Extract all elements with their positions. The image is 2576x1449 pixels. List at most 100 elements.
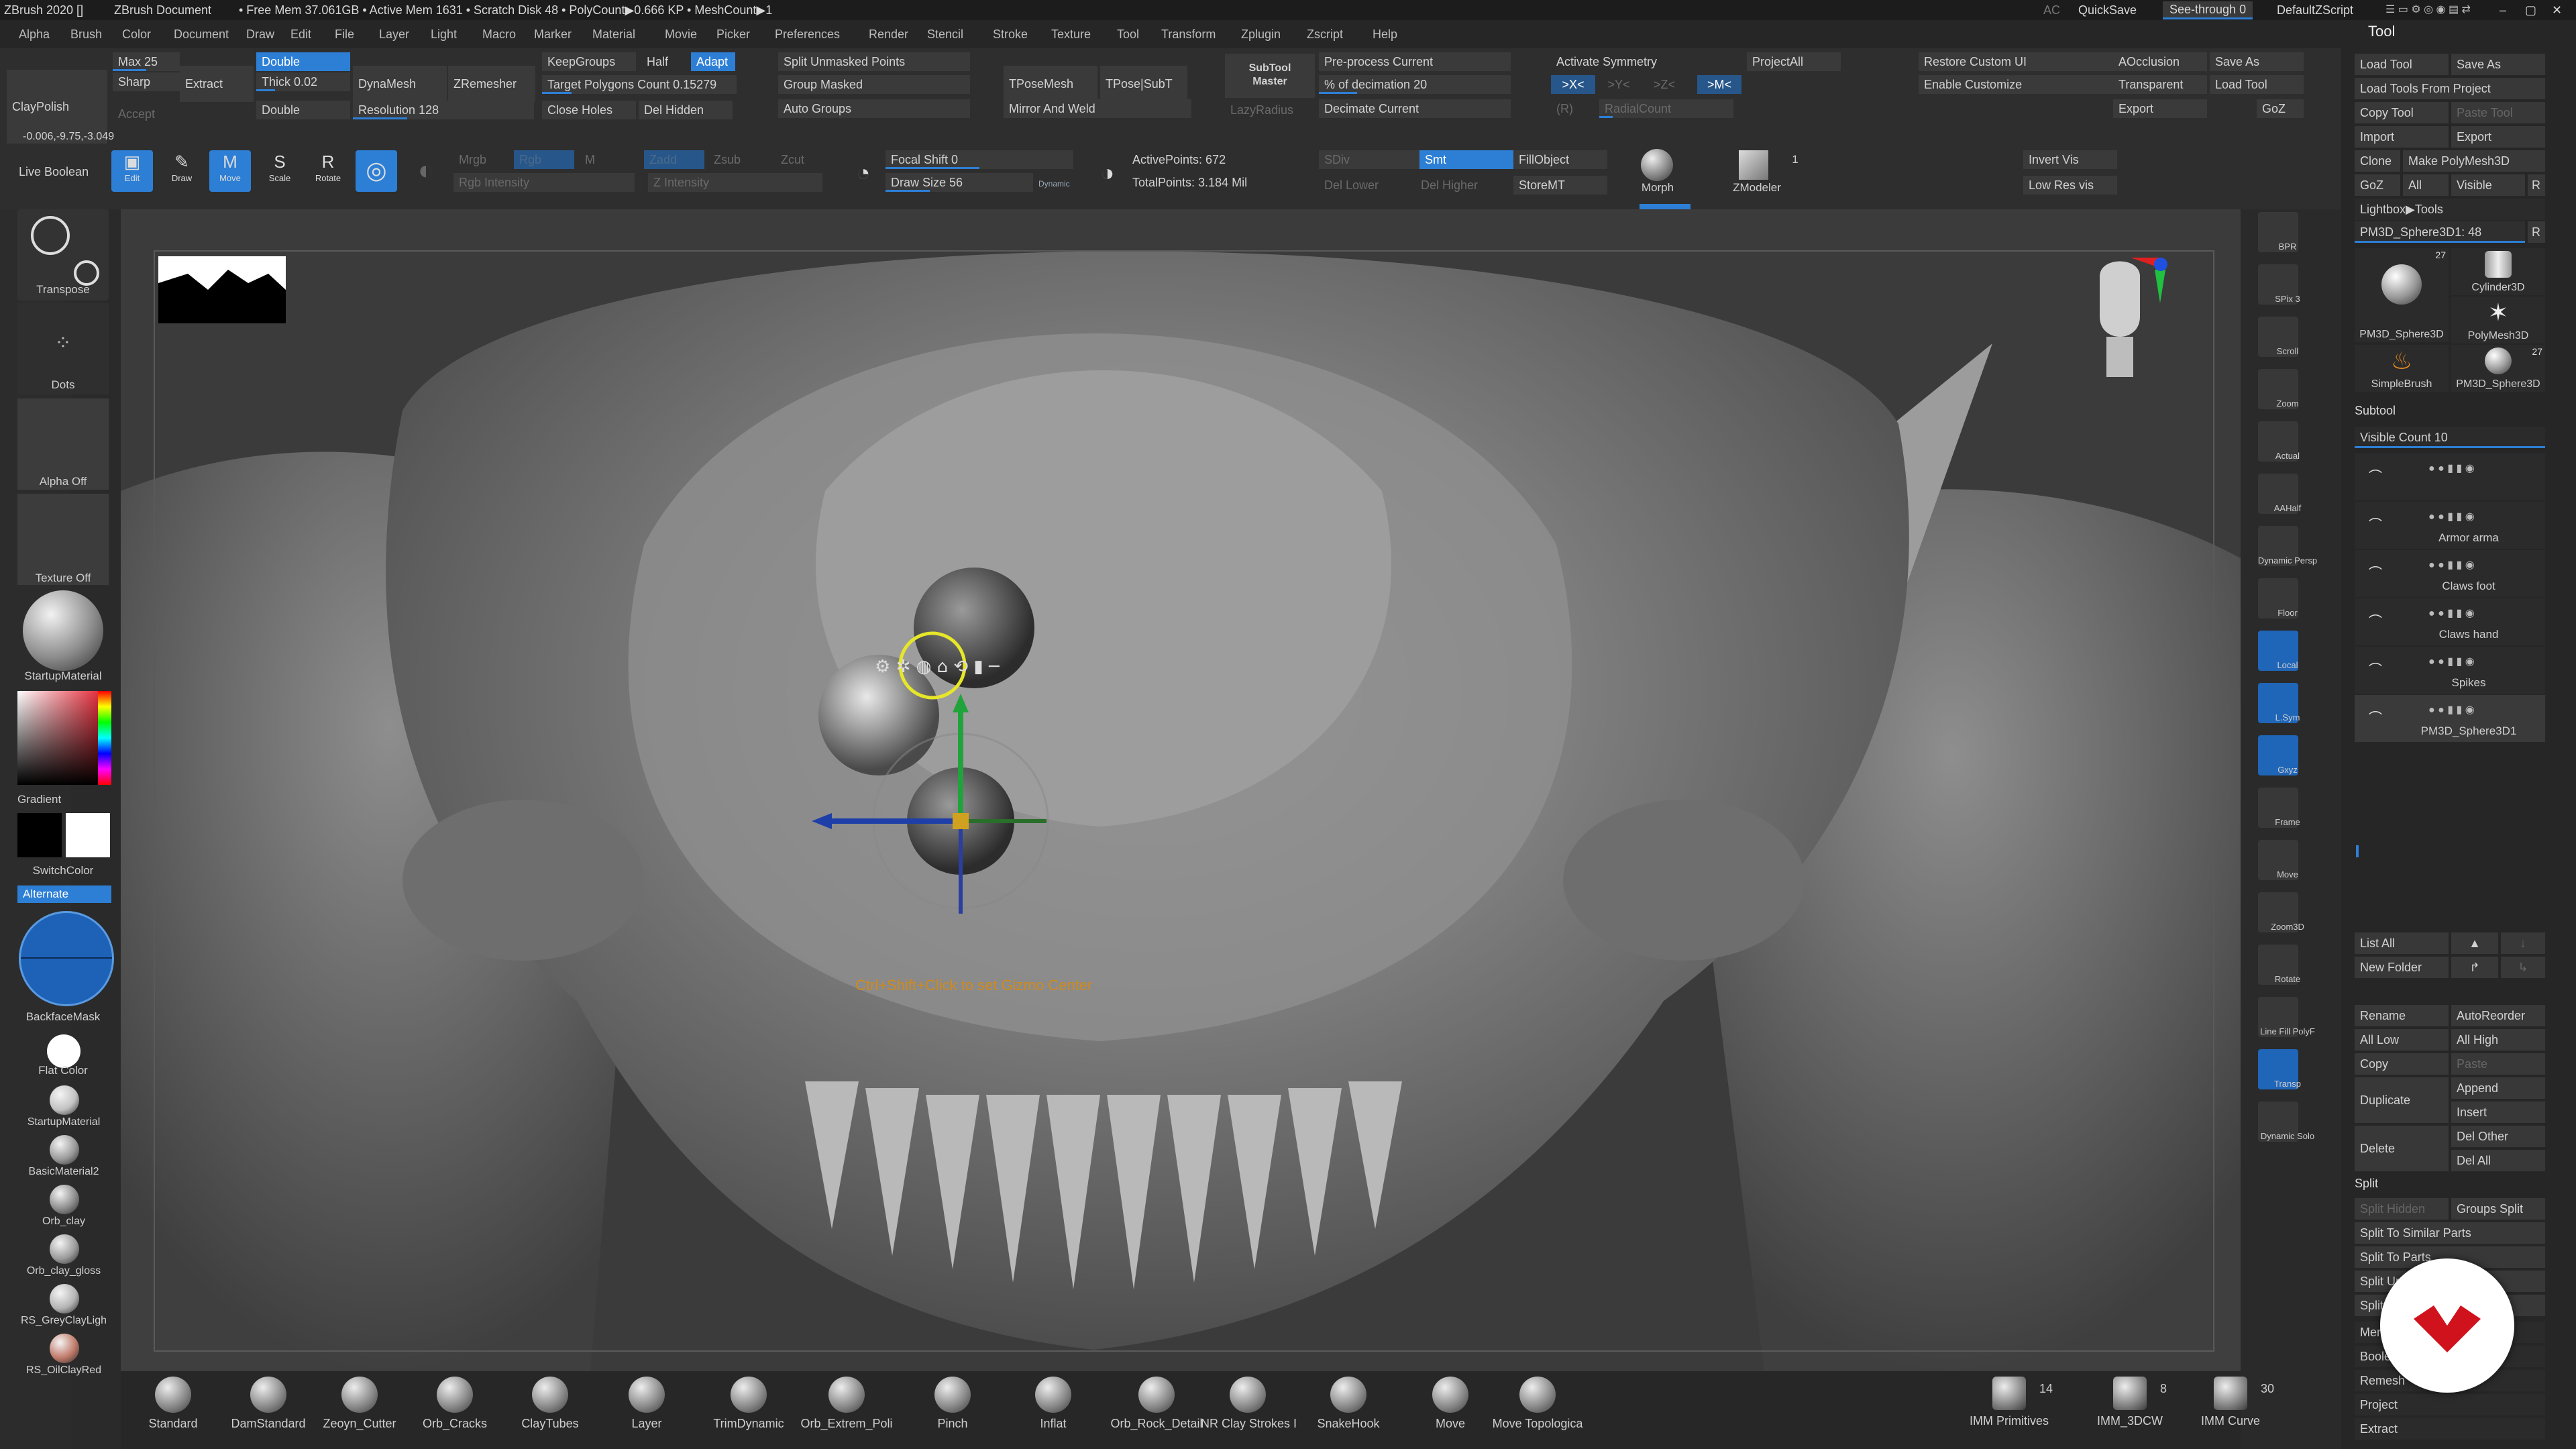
save-as-button[interactable]: Save As bbox=[2210, 52, 2304, 71]
target-polygons-slider[interactable]: Target Polygons Count 0.15279 bbox=[542, 75, 737, 94]
extract-button[interactable]: Extract bbox=[180, 66, 254, 102]
color-sphere-icon[interactable]: ◐ bbox=[405, 150, 447, 192]
split-similar-button[interactable]: Split To Similar Parts bbox=[2355, 1222, 2545, 1244]
hue-strip[interactable] bbox=[98, 691, 111, 785]
half-button[interactable]: Half bbox=[641, 52, 682, 71]
sym-x-button[interactable]: >X< bbox=[1551, 75, 1595, 94]
primary-color-swatch[interactable] bbox=[66, 813, 110, 857]
brush-pinch[interactable]: Pinch bbox=[906, 1377, 1000, 1431]
tool-tile-polymesh3d[interactable]: ✶ PolyMesh3D bbox=[2451, 297, 2545, 343]
all-high-button[interactable]: All High bbox=[2451, 1029, 2545, 1051]
dynamesh-button[interactable]: DynaMesh bbox=[353, 66, 447, 102]
menu-edit[interactable]: Edit bbox=[290, 20, 311, 48]
menu-draw[interactable]: Draw bbox=[246, 20, 274, 48]
copy-tool-button[interactable]: Copy Tool bbox=[2355, 102, 2449, 123]
default-zscript[interactable]: DefaultZScript bbox=[2277, 0, 2353, 20]
radialcount-slider[interactable]: RadialCount bbox=[1599, 99, 1733, 118]
tool-palette-title[interactable]: Tool bbox=[2368, 23, 2395, 40]
copy-subtool-button[interactable]: Copy bbox=[2355, 1053, 2449, 1075]
arrow-down-icon[interactable]: ↓ bbox=[2501, 932, 2545, 954]
live-boolean-button[interactable]: Live Boolean bbox=[13, 162, 114, 181]
material-orb_clay-icon[interactable] bbox=[50, 1185, 79, 1214]
append-button[interactable]: Append bbox=[2451, 1077, 2545, 1099]
gizmo-toolbar[interactable]: ⚙ ✲ ◍ ⌂ ⟲ ▮ ─ bbox=[875, 657, 1000, 677]
subtool-visibility-icons[interactable]: ● ● ▮ ▮ ◉ bbox=[2428, 703, 2475, 716]
split-hidden-button[interactable]: Split Hidden bbox=[2355, 1198, 2449, 1220]
menu-macro[interactable]: Macro bbox=[482, 20, 516, 48]
duplicate-button[interactable]: Duplicate bbox=[2355, 1077, 2449, 1123]
close-holes-button[interactable]: Close Holes bbox=[542, 101, 636, 119]
del-all-button[interactable]: Del All bbox=[2451, 1150, 2545, 1171]
import-button[interactable]: Import bbox=[2355, 126, 2449, 148]
accept-button[interactable]: Accept bbox=[113, 105, 180, 123]
morph-sphere-icon[interactable] bbox=[1641, 149, 1673, 181]
material-startup_material2-icon[interactable] bbox=[50, 1085, 79, 1115]
menu-layer[interactable]: Layer bbox=[379, 20, 409, 48]
focal-shift-slider[interactable]: Focal Shift 0 bbox=[885, 150, 1073, 169]
brush-inflat[interactable]: Inflat bbox=[1006, 1377, 1100, 1431]
export-tool-button[interactable]: Export bbox=[2451, 126, 2545, 148]
storemt-button[interactable]: StoreMT bbox=[1513, 176, 1607, 195]
current-tool-slider[interactable]: PM3D_Sphere3D1: 48 bbox=[2355, 221, 2525, 243]
subtool-header[interactable]: Subtool bbox=[2355, 404, 2396, 418]
decimate-current-button[interactable]: Decimate Current bbox=[1319, 99, 1511, 118]
sdiv-slider[interactable]: SDiv bbox=[1319, 150, 1419, 169]
transparent-button[interactable]: Transparent bbox=[2113, 75, 2207, 94]
brush-orb-rock-detail[interactable]: Orb_Rock_Detail bbox=[1110, 1377, 1203, 1431]
del-higher-button[interactable]: Del Higher bbox=[1415, 176, 1509, 195]
tool-tile-cylinder3d[interactable]: Cylinder3D bbox=[2451, 248, 2545, 295]
visible-count-slider[interactable]: Visible Count 10 bbox=[2355, 427, 2545, 448]
menu-stencil[interactable]: Stencil bbox=[927, 20, 963, 48]
subtool-row[interactable]: ⌒ Spikes ● ● ▮ ▮ ◉ bbox=[2355, 647, 2545, 694]
brush-claytubes[interactable]: ClayTubes bbox=[503, 1377, 597, 1431]
insert-button[interactable]: Insert bbox=[2451, 1102, 2545, 1123]
rotate-button[interactable]: R Rotate bbox=[307, 150, 349, 192]
r-button[interactable]: R bbox=[2528, 174, 2545, 196]
menu-help[interactable]: Help bbox=[1373, 20, 1397, 48]
material-sphere-icon[interactable] bbox=[23, 590, 103, 671]
keepgroups-button[interactable]: KeepGroups bbox=[542, 52, 636, 71]
edit-button[interactable]: ▣ Edit bbox=[111, 150, 153, 192]
subtool-master-button[interactable]: SubTool Master bbox=[1225, 54, 1315, 98]
all-button[interactable]: All bbox=[2403, 174, 2449, 196]
list-all-button[interactable]: List All bbox=[2355, 932, 2449, 954]
sharp-button[interactable]: Sharp bbox=[113, 72, 180, 91]
subtool-row[interactable]: ⌒ Armor arma ● ● ▮ ▮ ◉ bbox=[2355, 502, 2545, 549]
subtool-row[interactable]: ⌒ PM3D_Sphere3D1 ● ● ▮ ▮ ◉ bbox=[2355, 695, 2545, 742]
subtool-row[interactable]: ⌒ Claws hand ● ● ▮ ▮ ◉ bbox=[2355, 598, 2545, 645]
mirror-weld-button[interactable]: Mirror And Weld bbox=[1004, 99, 1191, 118]
zcut-button[interactable]: Zcut bbox=[775, 150, 822, 169]
menu-picker[interactable]: Picker bbox=[716, 20, 750, 48]
subtool-visibility-icons[interactable]: ● ● ▮ ▮ ◉ bbox=[2428, 558, 2475, 572]
material-rs_greyclay-icon[interactable] bbox=[50, 1284, 79, 1313]
brush-move-topologica[interactable]: Move Topologica bbox=[1491, 1377, 1585, 1431]
m-button[interactable]: M bbox=[580, 150, 606, 169]
delete-button[interactable]: Delete bbox=[2355, 1126, 2449, 1171]
split-header[interactable]: Split bbox=[2355, 1177, 2378, 1191]
low-res-vis-button[interactable]: Low Res vis bbox=[2023, 176, 2117, 195]
zadd-button[interactable]: Zadd bbox=[644, 150, 704, 169]
restore-custom-ui-button[interactable]: Restore Custom UI bbox=[1919, 52, 2113, 71]
groups-split-button[interactable]: Groups Split bbox=[2451, 1198, 2545, 1220]
maximize-icon[interactable]: ▢ bbox=[2525, 0, 2536, 20]
brush-orb-extrem-poli[interactable]: Orb_Extrem_Poli bbox=[800, 1377, 894, 1431]
scale-button[interactable]: S Scale bbox=[259, 150, 301, 192]
menu-preferences[interactable]: Preferences bbox=[775, 20, 840, 48]
menu-stroke[interactable]: Stroke bbox=[993, 20, 1028, 48]
load-tool-button[interactable]: Load Tool bbox=[2210, 75, 2304, 94]
aocclusion-button[interactable]: AOcclusion bbox=[2113, 52, 2207, 71]
export-button[interactable]: Export bbox=[2113, 99, 2207, 118]
brush-move[interactable]: Move bbox=[1403, 1377, 1497, 1431]
brush-trimdynamic[interactable]: TrimDynamic bbox=[702, 1377, 796, 1431]
zsub-button[interactable]: Zsub bbox=[708, 150, 755, 169]
make-polymesh-button[interactable]: Make PolyMesh3D bbox=[2403, 150, 2545, 172]
del-other-button[interactable]: Del Other bbox=[2451, 1126, 2545, 1147]
save-as-button[interactable]: Save As bbox=[2451, 54, 2545, 75]
subtool-row[interactable]: ⌒ Claws foot ● ● ▮ ▮ ◉ bbox=[2355, 550, 2545, 597]
alternate-button[interactable]: Alternate bbox=[17, 885, 111, 903]
project-section[interactable]: Project bbox=[2355, 1394, 2545, 1415]
extract-section[interactable]: Extract bbox=[2355, 1418, 2545, 1440]
sym-y-button[interactable]: >Y< bbox=[1597, 75, 1641, 94]
menu-texture[interactable]: Texture bbox=[1051, 20, 1091, 48]
mrgb-button[interactable]: Mrgb bbox=[453, 150, 500, 169]
